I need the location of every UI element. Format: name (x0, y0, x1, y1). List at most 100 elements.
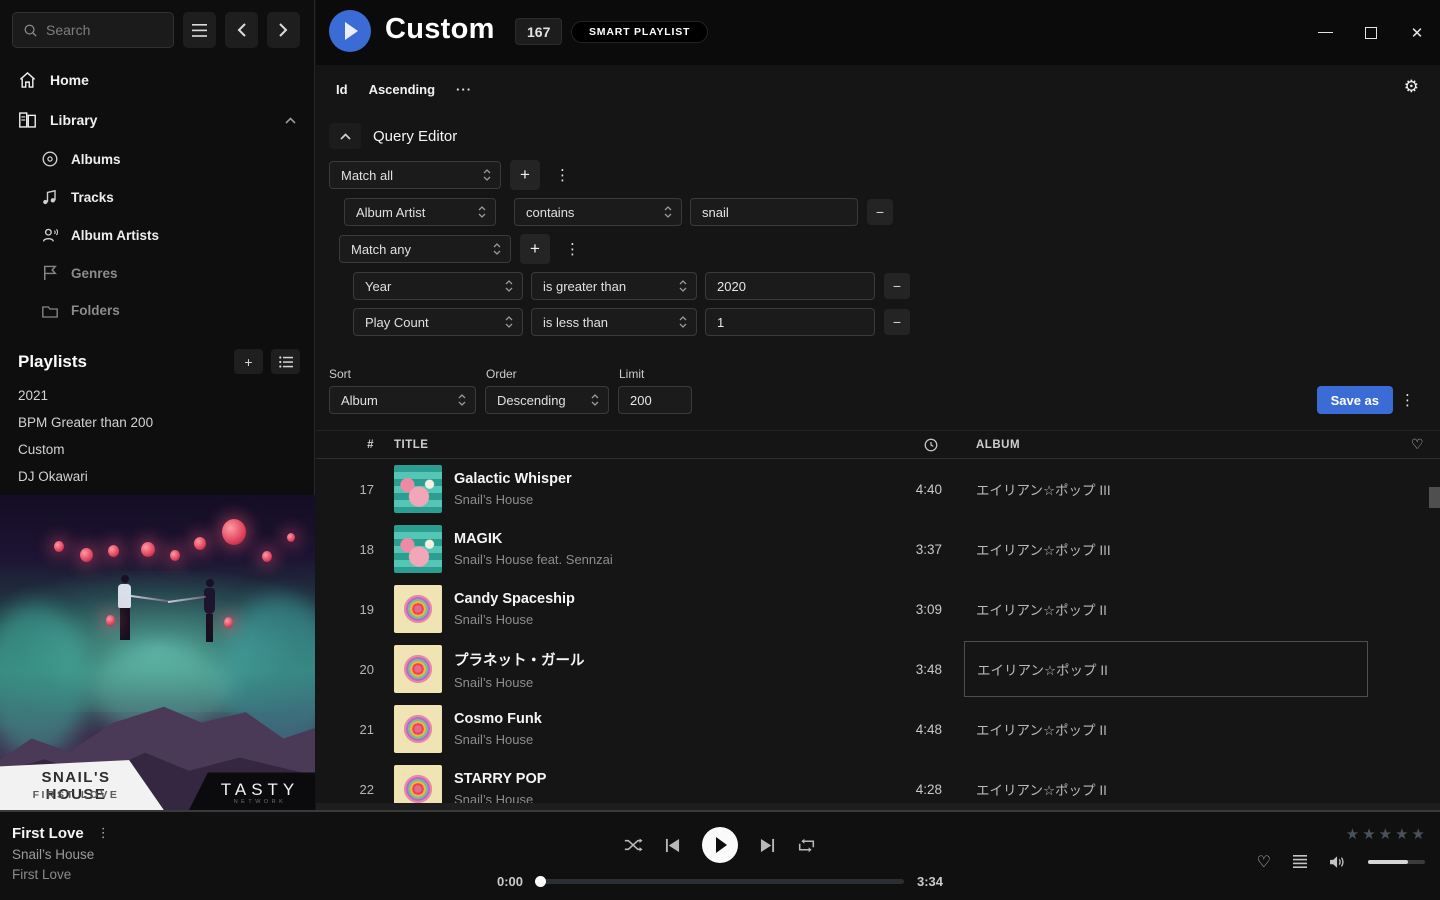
favorite-icon[interactable]: ♡ (1257, 852, 1271, 871)
track-album[interactable]: エイリアン☆ポップ III (964, 521, 1368, 577)
rule-operator-select[interactable]: is greater than (531, 272, 697, 300)
rule-field-select[interactable]: Year (353, 272, 523, 300)
track-options-icon[interactable]: ⋮ (97, 826, 110, 841)
column-header-index[interactable]: # (340, 439, 374, 451)
sort-field-control[interactable]: Id (336, 82, 348, 97)
track-title[interactable]: Galactic Whisper (454, 471, 814, 487)
star-icon[interactable]: ★ (1362, 825, 1375, 843)
track-album[interactable]: エイリアン☆ポップ III (964, 461, 1368, 517)
sidebar-item-home[interactable]: Home (0, 60, 314, 100)
sidebar-item-album-artists[interactable]: Album Artists (0, 216, 314, 254)
playlist-item[interactable]: DJ Okawari (0, 463, 314, 490)
previous-track-icon[interactable] (665, 838, 680, 853)
track-album[interactable]: エイリアン☆ポップ II (964, 701, 1368, 757)
track-album[interactable]: エイリアン☆ポップ II (964, 581, 1368, 637)
playlist-item[interactable]: 2021 (0, 382, 314, 409)
rule-operator-select[interactable]: contains (514, 198, 682, 226)
search-box[interactable] (12, 12, 174, 48)
sidebar-item-albums[interactable]: Albums (0, 140, 314, 178)
collapse-chevron-icon[interactable] (285, 117, 296, 124)
close-button[interactable]: ✕ (1394, 13, 1440, 53)
table-row[interactable]: 20 プラネット・ガール Snail’s House 3:48 エイリアン☆ポッ… (316, 639, 1440, 699)
star-icon[interactable]: ★ (1346, 825, 1359, 843)
track-artist[interactable]: Snail’s House (454, 492, 814, 507)
save-options-icon[interactable]: ⋮ (1394, 391, 1421, 409)
query-editor-collapse-button[interactable] (329, 123, 361, 149)
add-rule-button[interactable]: + (520, 234, 550, 264)
queue-icon[interactable] (1293, 855, 1307, 868)
now-playing-album[interactable]: First Love (12, 867, 110, 882)
nav-forward-button[interactable] (267, 12, 300, 48)
add-rule-button[interactable]: + (510, 160, 540, 190)
star-icon[interactable]: ★ (1412, 825, 1425, 843)
menu-button[interactable] (183, 12, 216, 48)
track-title[interactable]: Candy Spaceship (454, 591, 814, 607)
play-playlist-button[interactable] (329, 10, 371, 52)
rule-value-input[interactable] (705, 272, 875, 300)
play-button[interactable] (702, 827, 738, 863)
sidebar-item-genres[interactable]: Genres (0, 254, 314, 292)
column-header-duration[interactable] (814, 438, 942, 452)
repeat-icon[interactable] (797, 837, 816, 854)
order-select[interactable]: Descending (485, 386, 609, 414)
more-options-icon[interactable]: ··· (456, 82, 472, 97)
horizontal-scrollbar[interactable] (316, 803, 1440, 810)
track-title[interactable]: STARRY POP (454, 771, 814, 787)
sidebar-item-tracks[interactable]: Tracks (0, 178, 314, 216)
minimize-button[interactable] (1302, 13, 1348, 53)
sidebar-item-folders[interactable]: Folders (0, 292, 314, 329)
sort-order-control[interactable]: Ascending (369, 82, 435, 97)
remove-rule-button[interactable]: − (867, 199, 893, 225)
rule-field-select[interactable]: Play Count (353, 308, 523, 336)
track-title[interactable]: Cosmo Funk (454, 711, 814, 727)
group-options-icon[interactable]: ⋮ (559, 240, 586, 258)
remove-rule-button[interactable]: − (884, 273, 910, 299)
playlist-list-button[interactable] (271, 349, 300, 374)
gear-icon[interactable]: ⚙ (1404, 79, 1419, 96)
vertical-scrollbar-thumb[interactable] (1429, 487, 1440, 508)
column-header-album[interactable]: ALBUM (964, 439, 1368, 451)
table-row[interactable]: 17 Galactic Whisper Snail’s House 4:40 エ… (316, 459, 1440, 519)
limit-input[interactable] (618, 386, 692, 414)
rule-value-input[interactable] (690, 198, 858, 226)
track-artist[interactable]: Snail’s House feat. Sennzai (454, 552, 814, 567)
maximize-button[interactable] (1348, 13, 1394, 53)
column-header-title[interactable]: TITLE (394, 439, 814, 451)
now-playing-artist[interactable]: Snail’s House (12, 847, 110, 862)
track-title[interactable]: プラネット・ガール (454, 649, 814, 670)
next-track-icon[interactable] (760, 838, 775, 853)
match-type-select[interactable]: Match any (339, 235, 511, 263)
table-row[interactable]: 21 Cosmo Funk Snail’s House 4:48 エイリアン☆ポ… (316, 699, 1440, 759)
table-row[interactable]: 18 MAGIK Snail’s House feat. Sennzai 3:3… (316, 519, 1440, 579)
playlist-item[interactable]: BPM Greater than 200 (0, 409, 314, 436)
favorite-column-icon[interactable]: ♡ (1411, 437, 1424, 453)
sort-select[interactable]: Album (329, 386, 476, 414)
rule-field-select[interactable]: Album Artist (344, 198, 496, 226)
now-playing-title[interactable]: First Love (12, 825, 84, 842)
track-artist[interactable]: Snail’s House (454, 612, 814, 627)
nav-back-button[interactable] (225, 12, 258, 48)
now-playing-artwork[interactable]: SNAIL'S HOUSE FIRST LOVE TASTY NETWORK (0, 495, 315, 810)
rule-value-input[interactable] (705, 308, 875, 336)
group-options-icon[interactable]: ⋮ (549, 166, 576, 184)
table-row[interactable]: 19 Candy Spaceship Snail’s House 3:09 エイ… (316, 579, 1440, 639)
search-input[interactable] (46, 22, 163, 38)
match-type-select[interactable]: Match all (329, 161, 501, 189)
seek-slider-thumb[interactable] (535, 876, 546, 887)
shuffle-icon[interactable] (624, 837, 643, 853)
save-as-button[interactable]: Save as (1317, 386, 1393, 414)
seek-slider[interactable] (536, 879, 904, 884)
track-title[interactable]: MAGIK (454, 531, 814, 547)
add-playlist-button[interactable]: + (234, 349, 263, 374)
track-album-focused-cell[interactable]: エイリアン☆ポップ II (964, 641, 1368, 697)
remove-rule-button[interactable]: − (884, 309, 910, 335)
star-icon[interactable]: ★ (1379, 825, 1392, 843)
star-icon[interactable]: ★ (1395, 825, 1408, 843)
track-artist[interactable]: Snail’s House (454, 732, 814, 747)
sidebar-item-library[interactable]: Library (0, 100, 314, 140)
volume-icon[interactable] (1329, 855, 1346, 869)
rule-operator-select[interactable]: is less than (531, 308, 697, 336)
volume-slider[interactable] (1368, 860, 1425, 864)
track-artist[interactable]: Snail’s House (454, 675, 814, 690)
playlist-item[interactable]: Custom (0, 436, 314, 463)
